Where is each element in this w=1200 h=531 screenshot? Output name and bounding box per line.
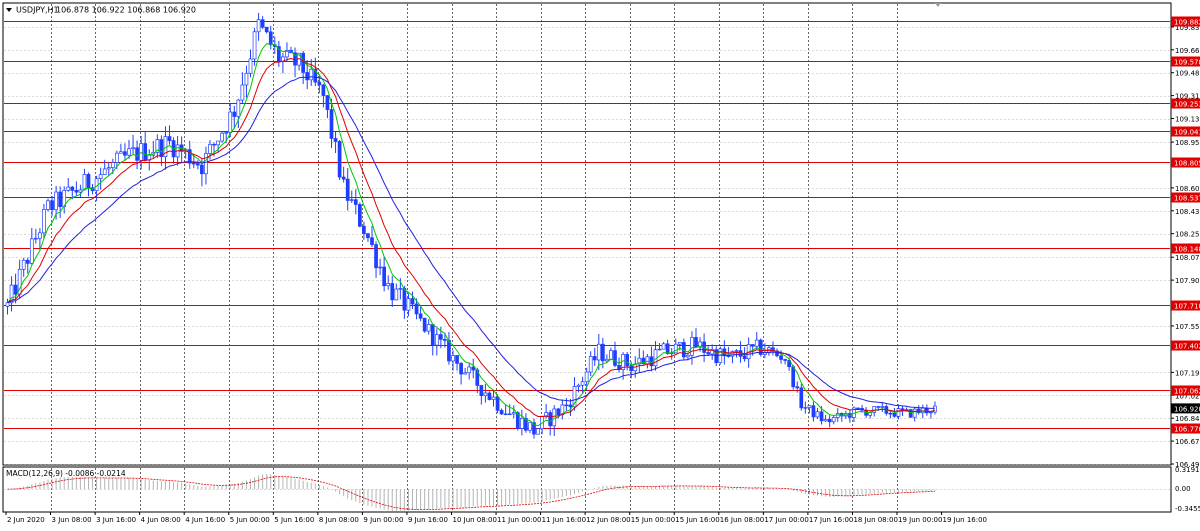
time-tick-label: 4 Jun 08:00 xyxy=(141,516,181,524)
time-tick-label: 19 Jun 16:00 xyxy=(943,516,987,524)
time-tick-label: 10 Jun 08:00 xyxy=(453,516,497,524)
price-tick-label: 108.430 xyxy=(1175,208,1200,216)
candle xyxy=(422,317,427,333)
price-tick-label: 106.845 xyxy=(1175,415,1200,423)
price-tick-label: 108.605 xyxy=(1175,185,1200,193)
candle xyxy=(536,427,540,435)
candle xyxy=(908,409,913,419)
candle xyxy=(487,391,492,401)
price-tick-label: 108.255 xyxy=(1175,231,1200,239)
price-tick-label: 109.485 xyxy=(1175,70,1200,78)
symbol-header[interactable]: USDJPY,H1 106.878 106.922 106.868 106.92… xyxy=(6,6,196,15)
level-tag-label: 107.062 xyxy=(1174,388,1200,396)
time-tick-label: 5 Jun 16:00 xyxy=(274,516,314,524)
ohlc-values: 106.878 106.922 106.868 106.920 xyxy=(56,6,196,15)
candle xyxy=(220,131,224,143)
time-tick-label: 17 Jun 16:00 xyxy=(809,516,853,524)
time-tick-label: 9 Jun 00:00 xyxy=(363,516,403,524)
level-tag-label: 109.253 xyxy=(1174,101,1200,109)
level-tag-label: 106.770 xyxy=(1174,426,1200,434)
time-tick-label: 4 Jun 16:00 xyxy=(185,516,225,524)
time-tick-label: 11 Jun 16:00 xyxy=(542,516,586,524)
time-tick-label: 17 Jun 00:00 xyxy=(764,516,808,524)
time-tick-label: 12 Jun 08:00 xyxy=(586,516,630,524)
symbol-label: USDJPY,H1 xyxy=(16,6,59,15)
candle xyxy=(46,198,50,212)
level-tag-label: 109.041 xyxy=(1174,129,1200,137)
macd-label: MACD(12,26,9) -0.0086 -0.0214 xyxy=(6,469,126,478)
level-tag-label: 109.882 xyxy=(1174,19,1200,27)
time-tick-label: 11 Jun 00:00 xyxy=(497,516,541,524)
candle xyxy=(358,202,362,228)
time-tick-label: 3 Jun 08:00 xyxy=(52,516,92,524)
price-tick-label: 109.135 xyxy=(1175,116,1200,124)
candle xyxy=(758,338,763,357)
time-tick-label: 9 Jun 16:00 xyxy=(408,516,448,524)
time-tick-label: 19 Jun 00:00 xyxy=(898,516,942,524)
time-tick-label: 5 Jun 00:00 xyxy=(230,516,270,524)
price-tick-label: 108.955 xyxy=(1175,139,1200,147)
macd-tick-bottom: -0.3455 xyxy=(1175,505,1200,513)
price-tick-label: 108.075 xyxy=(1175,254,1200,262)
macd-tick-top: 0.3191 xyxy=(1175,466,1200,474)
price-tick-label: 107.550 xyxy=(1175,323,1200,331)
macd-tick-zero: 0.00 xyxy=(1175,485,1191,493)
level-tag-label: 107.710 xyxy=(1174,303,1200,311)
time-tick-label: 15 Jun 16:00 xyxy=(675,516,719,524)
time-axis: 2 Jun 2020 3 Jun 08:00 3 Jun 16:00 4 Jun 08… xyxy=(5,512,987,524)
price-tick-label: 107.900 xyxy=(1175,277,1200,285)
price-tick-label: 106.670 xyxy=(1175,438,1200,446)
chart-canvas: 109.835109.660109.485109.310109.135108.9… xyxy=(2,2,1200,524)
time-tick-label: 2 Jun 2020 xyxy=(7,516,45,524)
level-tag-label: 109.578 xyxy=(1174,59,1200,67)
candle xyxy=(337,139,342,180)
time-tick-label: 3 Jun 16:00 xyxy=(96,516,136,524)
chart-window: 109.835109.660109.485109.310109.135108.9… xyxy=(0,0,1200,527)
price-tick-label: 107.195 xyxy=(1175,369,1200,377)
time-tick-label: 18 Jun 08:00 xyxy=(853,516,897,524)
time-tick-label: 8 Jun 08:00 xyxy=(319,516,359,524)
level-tag-label: 108.148 xyxy=(1174,246,1200,254)
candle xyxy=(799,383,804,411)
price-tick-label: 109.660 xyxy=(1175,47,1200,55)
time-tick-label: 16 Jun 08:00 xyxy=(720,516,764,524)
level-tag-label: 107.402 xyxy=(1174,343,1200,351)
current-price-label: 106.920 xyxy=(1174,405,1200,413)
level-tag-label: 108.537 xyxy=(1174,195,1200,203)
level-tag-label: 108.805 xyxy=(1174,160,1200,168)
time-tick-label: 15 Jun 00:00 xyxy=(631,516,675,524)
